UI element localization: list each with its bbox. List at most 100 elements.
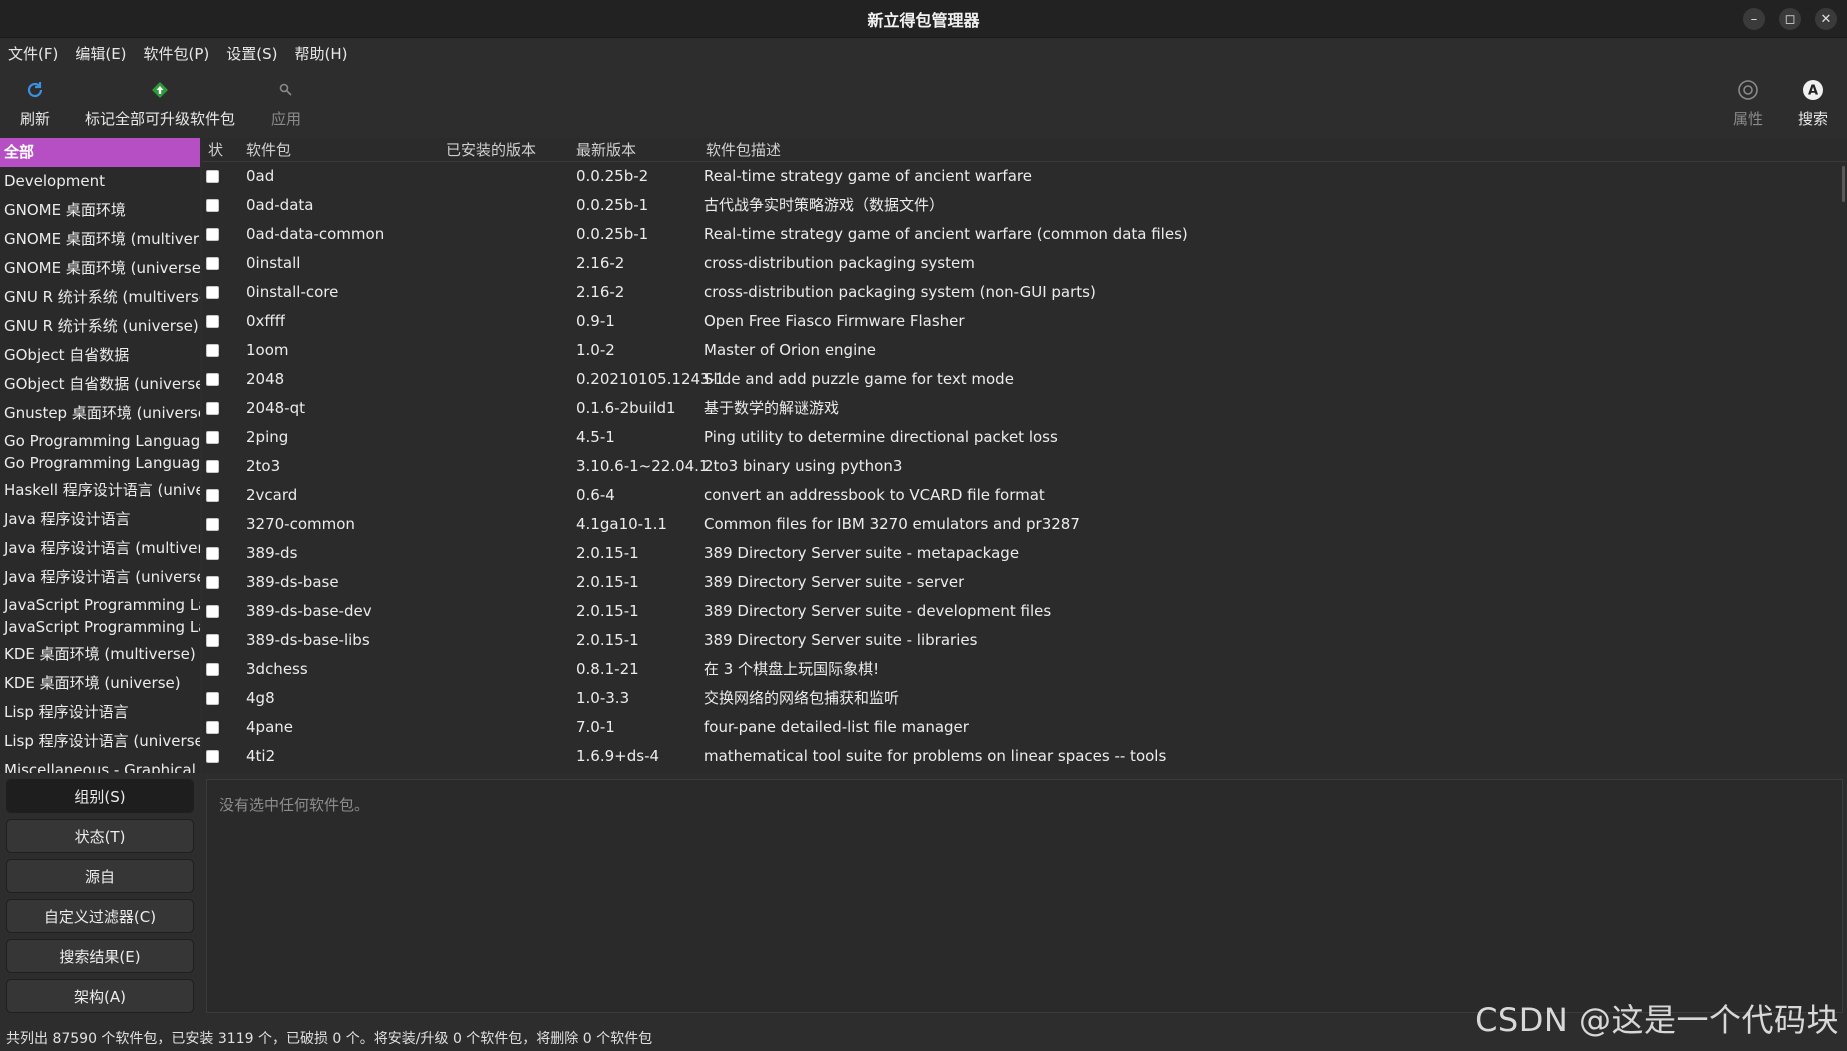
apply-button[interactable]: 应用 bbox=[266, 72, 306, 132]
status-checkbox[interactable] bbox=[206, 576, 219, 589]
status-checkbox[interactable] bbox=[206, 170, 219, 183]
cell-description: Ping utility to determine directional pa… bbox=[704, 428, 1058, 446]
status-checkbox[interactable] bbox=[206, 344, 219, 357]
status-checkbox[interactable] bbox=[206, 373, 219, 386]
column-package[interactable]: 软件包 bbox=[246, 138, 291, 162]
section-item[interactable]: Lisp 程序设计语言 (universe) bbox=[0, 727, 200, 756]
mark-all-upgrades-label: 标记全部可升级软件包 bbox=[84, 110, 235, 128]
close-button[interactable]: ✕ bbox=[1815, 8, 1837, 30]
section-item[interactable]: GNU R 统计系统 (multiverse) bbox=[0, 283, 200, 312]
table-row[interactable]: 2048 0.20210105.1243-1 Slide and add puzzl… bbox=[202, 365, 1847, 394]
section-item[interactable]: Java 程序设计语言 (multiverse bbox=[0, 534, 200, 563]
filter-architecture-button[interactable]: 架构(A) bbox=[6, 979, 194, 1013]
status-checkbox[interactable] bbox=[206, 402, 219, 415]
table-row[interactable]: 2to3 3.10.6-1~22.04.1 2to3 binary using py… bbox=[202, 452, 1847, 481]
filter-search-results-button[interactable]: 搜索结果(E) bbox=[6, 939, 194, 973]
table-row[interactable]: 4ti2 1.6.9+ds-4 mathematical tool suite fo… bbox=[202, 742, 1847, 771]
section-item[interactable]: Lisp 程序设计语言 bbox=[0, 698, 200, 727]
section-item[interactable]: GObject 自省数据 bbox=[0, 341, 200, 370]
upgrade-icon bbox=[148, 78, 172, 102]
cell-package: 389-ds bbox=[246, 544, 298, 562]
table-row[interactable]: 4g8 1.0-3.3 交换网络的网络包捕获和监听 bbox=[202, 684, 1847, 713]
table-row[interactable]: 0xffff 0.9-1 Open Free Fiasco Firmware Fla… bbox=[202, 307, 1847, 336]
mark-all-upgrades-button[interactable]: 标记全部可升级软件包 bbox=[84, 72, 236, 132]
table-row[interactable]: 0ad-data 0.0.25b-1 古代战争实时策略游戏（数据文件） bbox=[202, 191, 1847, 220]
window-title: 新立得包管理器 bbox=[867, 10, 980, 30]
section-item[interactable]: GNU R 统计系统 (universe) bbox=[0, 312, 200, 341]
section-item[interactable]: KDE 桌面环境 (universe) bbox=[0, 669, 200, 698]
filter-sections-button[interactable]: 组别(S) bbox=[6, 779, 194, 813]
menu-package[interactable]: 软件包(P) bbox=[144, 43, 219, 64]
status-checkbox[interactable] bbox=[206, 228, 219, 241]
status-checkbox[interactable] bbox=[206, 286, 219, 299]
section-item[interactable]: Java 程序设计语言 bbox=[0, 505, 200, 534]
section-item-line: JavaScript Programming Lang bbox=[4, 596, 200, 614]
cell-latest: 7.0-1 bbox=[576, 718, 615, 736]
menu-edit[interactable]: 编辑(E) bbox=[75, 43, 135, 64]
maximize-button[interactable]: ◻ bbox=[1779, 8, 1801, 30]
cell-description: cross-distribution packaging system bbox=[704, 254, 975, 272]
status-checkbox[interactable] bbox=[206, 489, 219, 502]
title-bar: 新立得包管理器 – ◻ ✕ bbox=[0, 0, 1847, 38]
status-checkbox[interactable] bbox=[206, 721, 219, 734]
filter-status-button[interactable]: 状态(T) bbox=[6, 819, 194, 853]
table-row[interactable]: 389-ds 2.0.15-1 389 Directory Server suite… bbox=[202, 539, 1847, 568]
search-button[interactable]: A 搜索 bbox=[1792, 72, 1834, 132]
status-checkbox[interactable] bbox=[206, 634, 219, 647]
table-row[interactable]: 2vcard 0.6-4 convert an addressbook to VCA… bbox=[202, 481, 1847, 510]
refresh-icon bbox=[23, 78, 47, 102]
section-item[interactable]: KDE 桌面环境 (multiverse) bbox=[0, 640, 200, 669]
section-item[interactable]: Go Programming Language Go Programming L… bbox=[0, 428, 200, 476]
search-label: 搜索 bbox=[1797, 110, 1828, 128]
status-checkbox[interactable] bbox=[206, 460, 219, 473]
section-item[interactable]: Miscellaneous - Graphical bbox=[0, 756, 200, 773]
status-checkbox[interactable] bbox=[206, 692, 219, 705]
menu-file[interactable]: 文件(F) bbox=[8, 43, 67, 64]
table-row[interactable]: 0ad-data-common 0.0.25b-1 Real-time strate… bbox=[202, 220, 1847, 249]
table-row[interactable]: 0install-core 2.16-2 cross-distribution pa… bbox=[202, 278, 1847, 307]
table-row[interactable]: 0ad 0.0.25b-2 Real-time strategy game of a… bbox=[202, 162, 1847, 191]
table-row[interactable]: 389-ds-base-dev 2.0.15-1 389 Directory Ser… bbox=[202, 597, 1847, 626]
status-checkbox[interactable] bbox=[206, 605, 219, 618]
column-description[interactable]: 软件包描述 bbox=[706, 138, 781, 162]
table-row[interactable]: 389-ds-base-libs 2.0.15-1 389 Directory Se… bbox=[202, 626, 1847, 655]
refresh-button[interactable]: 刷新 bbox=[14, 72, 56, 132]
cell-latest: 3.10.6-1~22.04.1 bbox=[576, 457, 709, 475]
section-item[interactable]: Gnustep 桌面环境 (universe) bbox=[0, 399, 200, 428]
status-checkbox[interactable] bbox=[206, 199, 219, 212]
status-checkbox[interactable] bbox=[206, 315, 219, 328]
column-installed[interactable]: 已安装的版本 bbox=[446, 138, 536, 162]
menu-settings[interactable]: 设置(S) bbox=[226, 43, 286, 64]
status-checkbox[interactable] bbox=[206, 663, 219, 676]
table-row[interactable]: 3dchess 0.8.1-21 在 3 个棋盘上玩国际象棋! bbox=[202, 655, 1847, 684]
section-item[interactable]: GNOME 桌面环境 (multiverse) bbox=[0, 225, 200, 254]
table-row[interactable]: 2048-qt 0.1.6-2build1 基于数学的解谜游戏 bbox=[202, 394, 1847, 423]
section-item[interactable]: 全部 bbox=[0, 138, 200, 167]
status-checkbox[interactable] bbox=[206, 518, 219, 531]
table-row[interactable]: 1oom 1.0-2 Master of Orion engine bbox=[202, 336, 1847, 365]
table-row[interactable]: 389-ds-base 2.0.15-1 389 Directory Server … bbox=[202, 568, 1847, 597]
status-checkbox[interactable] bbox=[206, 750, 219, 763]
status-checkbox[interactable] bbox=[206, 257, 219, 270]
table-row[interactable]: 3270-common 4.1ga10-1.1 Common files for I… bbox=[202, 510, 1847, 539]
section-item[interactable]: GNOME 桌面环境 bbox=[0, 196, 200, 225]
section-item[interactable]: GNOME 桌面环境 (universe) bbox=[0, 254, 200, 283]
column-status[interactable]: 状 bbox=[208, 138, 223, 162]
table-scrollbar[interactable] bbox=[1842, 166, 1845, 202]
section-item[interactable]: GObject 自省数据 (universe) bbox=[0, 370, 200, 399]
section-item[interactable]: Development bbox=[0, 167, 200, 196]
table-row[interactable]: 2ping 4.5-1 Ping utility to determine dire… bbox=[202, 423, 1847, 452]
table-row[interactable]: 0install 2.16-2 cross-distribution packagi… bbox=[202, 249, 1847, 278]
status-checkbox[interactable] bbox=[206, 547, 219, 560]
status-checkbox[interactable] bbox=[206, 431, 219, 444]
column-latest[interactable]: 最新版本 bbox=[576, 138, 636, 162]
filter-origin-button[interactable]: 源自 bbox=[6, 859, 194, 893]
table-row[interactable]: 4pane 7.0-1 four-pane detailed-list file m… bbox=[202, 713, 1847, 742]
menu-help[interactable]: 帮助(H) bbox=[295, 43, 357, 64]
filter-custom-button[interactable]: 自定义过滤器(C) bbox=[6, 899, 194, 933]
section-item[interactable]: Haskell 程序设计语言 (univers bbox=[0, 476, 200, 505]
section-item[interactable]: JavaScript Programming Lang JavaScript P… bbox=[0, 592, 200, 640]
minimize-button[interactable]: – bbox=[1743, 8, 1765, 30]
properties-button[interactable]: 属性 bbox=[1728, 72, 1768, 132]
section-item[interactable]: Java 程序设计语言 (universe) bbox=[0, 563, 200, 592]
